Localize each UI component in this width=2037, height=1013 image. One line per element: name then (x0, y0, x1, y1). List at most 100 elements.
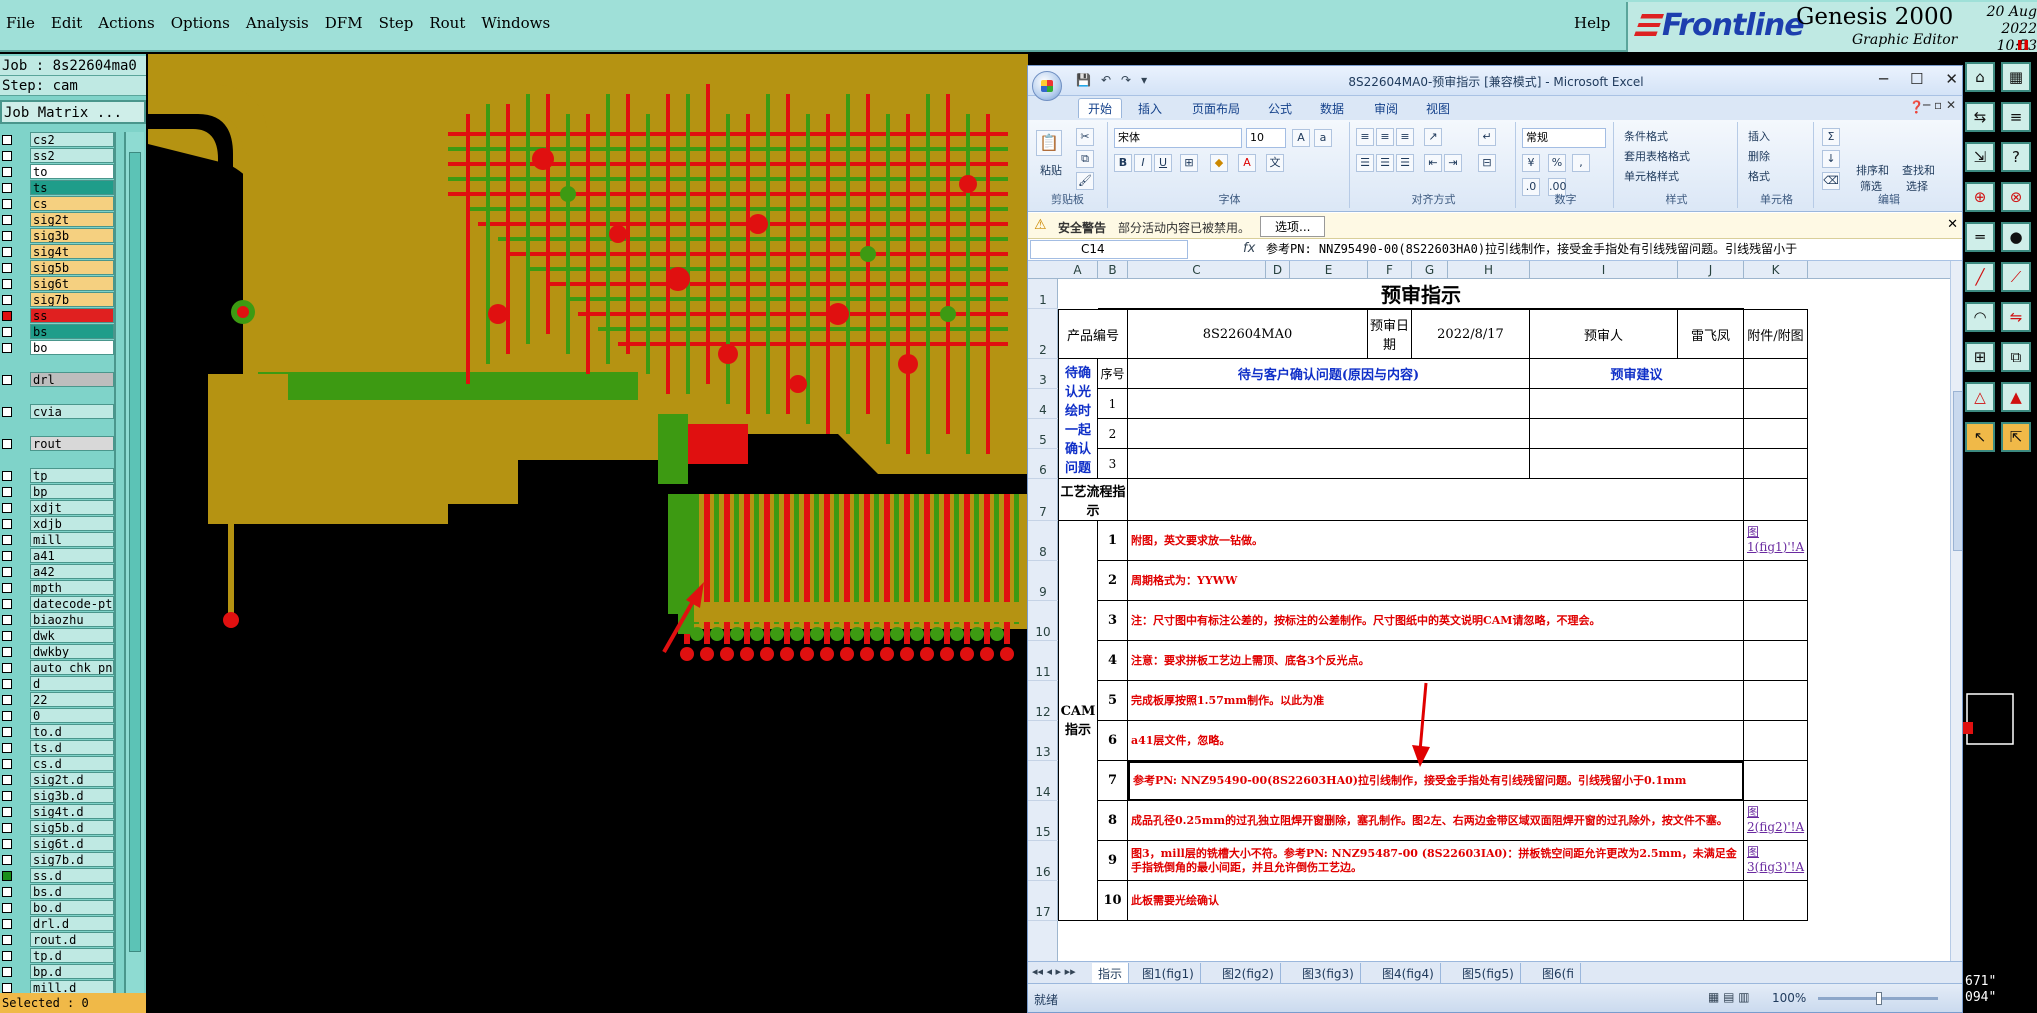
confirm-number[interactable]: 2 (1098, 419, 1128, 449)
cam-item-number[interactable]: 10 (1098, 881, 1128, 921)
layer-row[interactable]: a42 (0, 564, 114, 580)
layer-row[interactable]: xdjb (0, 516, 114, 532)
layer-checkbox[interactable] (2, 231, 12, 241)
layer-name[interactable]: bp (30, 484, 114, 499)
attachment-link[interactable] (1744, 561, 1808, 601)
layer-name[interactable]: biaozhu (30, 612, 114, 627)
line-pad-icon[interactable]: ⟋ (2001, 262, 2031, 292)
pcb-graphic-canvas[interactable] (148, 54, 1028, 1013)
layer-checkbox[interactable] (2, 727, 12, 737)
layer-name[interactable]: sig6t (30, 276, 114, 291)
column-header[interactable]: C (1128, 261, 1266, 279)
align-top-icon[interactable]: ≡ (1356, 128, 1374, 146)
layer-name[interactable]: ts (30, 180, 114, 195)
layer-checkbox[interactable] (2, 263, 12, 273)
suggestion-cell[interactable] (1530, 389, 1744, 419)
attachment-link[interactable] (1744, 721, 1808, 761)
underline-icon[interactable]: U (1154, 154, 1172, 172)
suggestion-cell[interactable] (1530, 419, 1744, 449)
attachment-link[interactable] (1744, 881, 1808, 921)
bold-icon[interactable]: B (1114, 154, 1132, 172)
layer-row[interactable]: cs (0, 196, 114, 212)
layer-name[interactable]: 22 (30, 692, 114, 707)
layer-checkbox[interactable] (2, 551, 12, 561)
reviewer-label[interactable]: 预审人 (1530, 309, 1678, 359)
layer-name[interactable]: ss.d (30, 868, 114, 883)
layer-row[interactable]: sig4t (0, 244, 114, 260)
row-header[interactable]: 8 (1028, 521, 1058, 561)
layer-name[interactable]: dwk (30, 628, 114, 643)
layer-checkbox[interactable] (2, 935, 12, 945)
cam-item-text[interactable]: 注意：要求拼板工艺边上需顶、底各3个反光点。 (1128, 641, 1744, 681)
layer-row[interactable]: rout.d (0, 932, 114, 948)
menu-help[interactable]: Help (1574, 14, 1610, 32)
select-icon[interactable]: ↖ (1965, 422, 1995, 452)
layer-name[interactable]: sig4t.d (30, 804, 114, 819)
font-name-select[interactable]: 宋体 (1114, 128, 1242, 148)
layer-row[interactable]: mill.d (0, 980, 114, 994)
layer-name[interactable]: sig2t.d (30, 772, 114, 787)
layer-checkbox[interactable] (2, 951, 12, 961)
sort-button[interactable]: 排序和 (1856, 162, 1889, 178)
row-header[interactable]: 11 (1028, 641, 1058, 681)
measure-icon[interactable]: ⊕ (1965, 182, 1995, 212)
row-header[interactable]: 9 (1028, 561, 1058, 601)
cam-item-number[interactable]: 6 (1098, 721, 1128, 761)
layer-name[interactable]: ss (30, 308, 114, 323)
currency-icon[interactable]: ¥ (1522, 154, 1540, 172)
layer-row[interactable]: bs (0, 324, 114, 340)
office-button[interactable] (1032, 71, 1062, 101)
cell[interactable] (1744, 419, 1808, 449)
layer-name[interactable]: d (30, 676, 114, 691)
layer-row[interactable]: bo.d (0, 900, 114, 916)
layer-row[interactable]: ts.d (0, 740, 114, 756)
product-value[interactable]: 8S22604MA0 (1128, 309, 1368, 359)
sheet-tab[interactable]: 图2(fig2) (1216, 963, 1281, 984)
scale-icon[interactable]: ⇲ (1965, 142, 1995, 172)
layer-checkbox[interactable] (2, 247, 12, 257)
cam-item-number[interactable]: 1 (1098, 521, 1128, 561)
layer-checkbox[interactable] (2, 487, 12, 497)
layer-row[interactable]: a41 (0, 548, 114, 564)
column-header[interactable]: F (1368, 261, 1412, 279)
triangle-icon[interactable]: △ (1965, 382, 1995, 412)
layer-name[interactable]: tp (30, 468, 114, 483)
font-color-icon[interactable]: A (1238, 154, 1256, 172)
phonetic-icon[interactable]: 文 (1266, 154, 1284, 172)
layer-row[interactable]: sig5b (0, 260, 114, 276)
confirm-section-label[interactable]: 待确认光绘时一起确认问题 (1058, 359, 1098, 479)
layer-row[interactable]: biaozhu (0, 612, 114, 628)
cell-style-button[interactable]: 单元格样式 (1624, 168, 1679, 184)
help-icon[interactable]: ❓ (1909, 100, 1924, 114)
layer-checkbox[interactable] (2, 327, 12, 337)
tab-review[interactable]: 审阅 (1374, 100, 1398, 117)
layer-name[interactable]: xdjt (30, 500, 114, 515)
zoom-slider-thumb[interactable] (1876, 992, 1882, 1005)
sheet-tab[interactable]: 指示 (1092, 963, 1130, 984)
layer-row[interactable]: ss2 (0, 148, 114, 164)
row-header[interactable]: 4 (1028, 389, 1058, 419)
maximize-icon[interactable]: ☐ (1910, 70, 1923, 88)
layer-checkbox[interactable] (2, 503, 12, 513)
cell[interactable] (1744, 359, 1808, 389)
layer-row[interactable]: tp.d (0, 948, 114, 964)
row-header[interactable]: 17 (1028, 881, 1058, 921)
layer-row[interactable]: sig4t.d (0, 804, 114, 820)
percent-icon[interactable]: % (1548, 154, 1566, 172)
layer-row[interactable]: ss (0, 308, 114, 324)
layer-checkbox[interactable] (2, 599, 12, 609)
attachment-link[interactable]: 图1(fig1)'!A (1744, 521, 1808, 561)
layer-name[interactable]: rout (30, 436, 114, 451)
move-icon[interactable]: ⊞ (1965, 342, 1995, 372)
layer-name[interactable]: drl.d (30, 916, 114, 931)
column-header[interactable]: H (1448, 261, 1530, 279)
layer-row[interactable]: sig2t (0, 212, 114, 228)
layer-checkbox[interactable] (2, 407, 12, 417)
layer-name[interactable]: dwkby (30, 644, 114, 659)
number-format-select[interactable]: 常规 (1522, 128, 1606, 148)
attachment-link[interactable]: 图3(fig3)'!A (1744, 841, 1808, 881)
column-header[interactable]: D (1266, 261, 1290, 279)
layer-checkbox[interactable] (2, 471, 12, 481)
cut-icon[interactable]: ✂ (1076, 128, 1094, 146)
fill-icon[interactable]: ↓ (1822, 150, 1840, 168)
